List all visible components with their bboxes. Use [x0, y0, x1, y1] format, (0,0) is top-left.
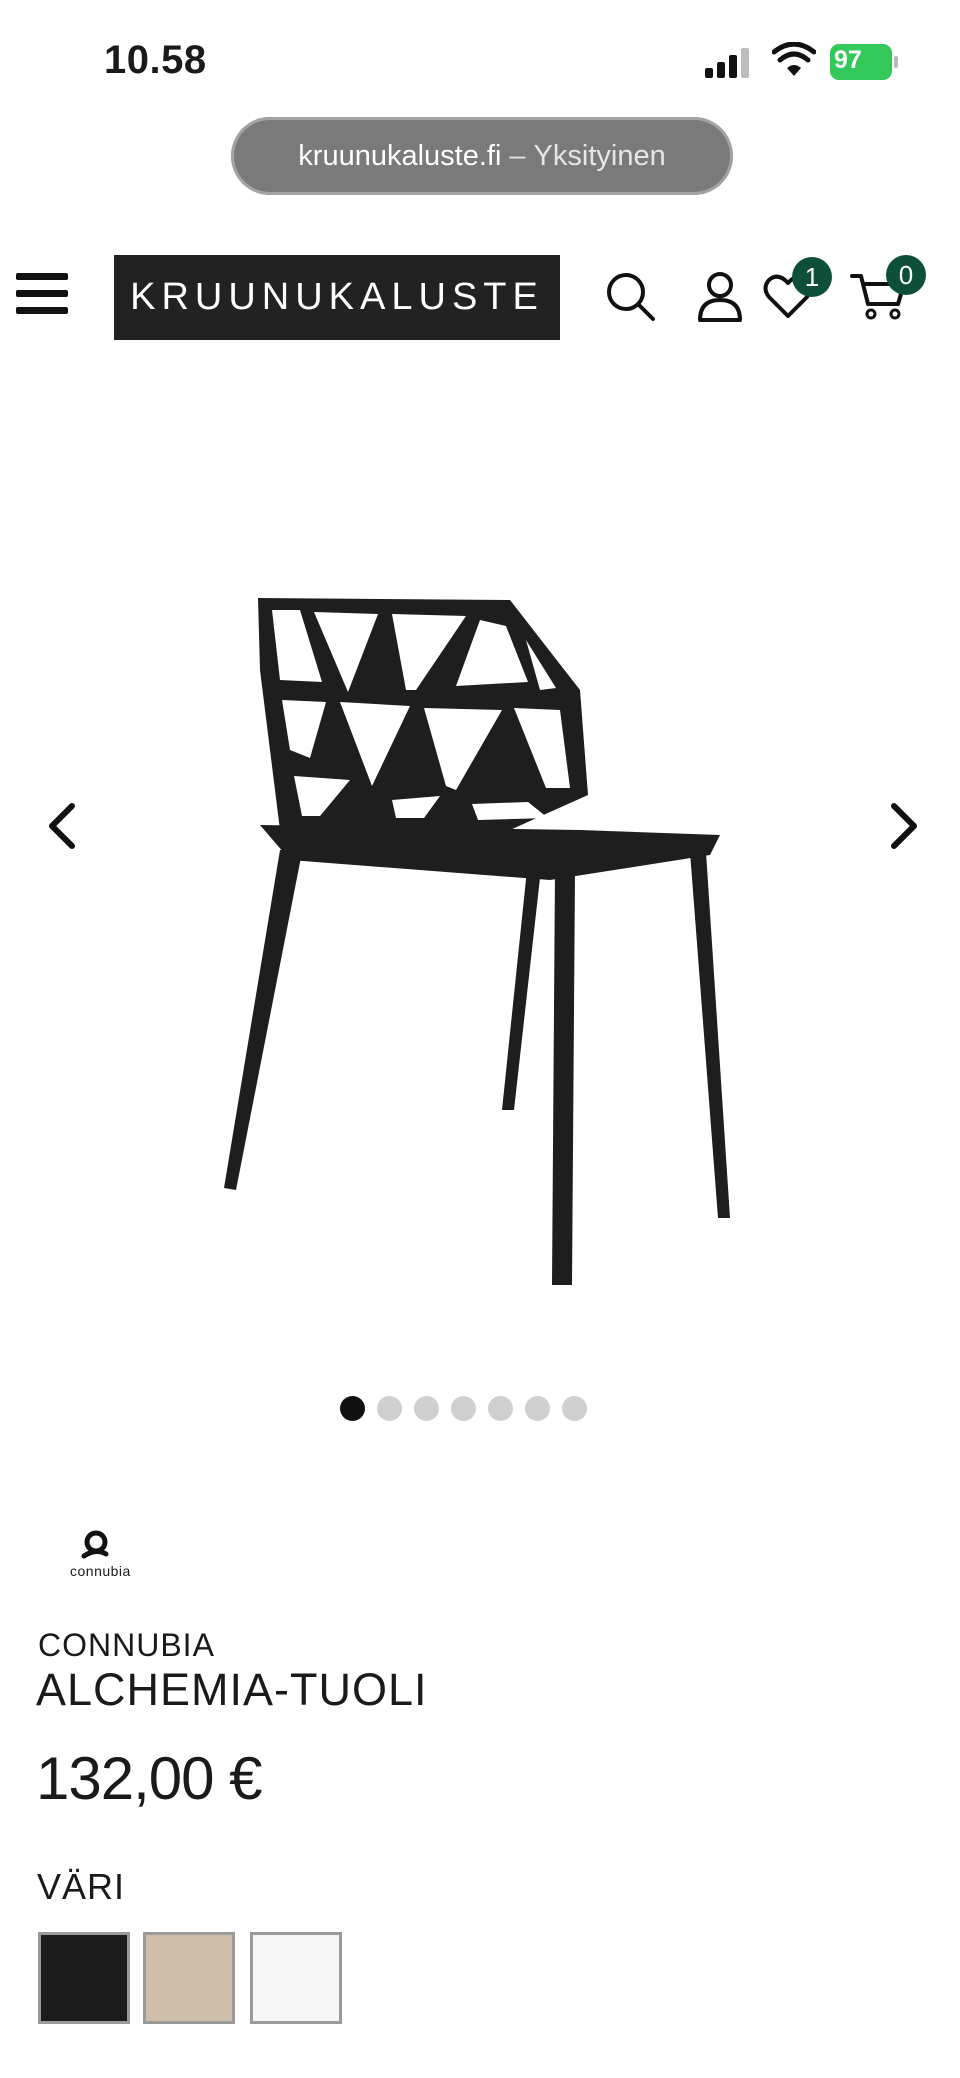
gallery-dot[interactable] — [377, 1396, 402, 1421]
gallery-dot[interactable] — [525, 1396, 550, 1421]
site-logo-text: KRUUNUKALUSTE — [130, 276, 544, 318]
color-label: VÄRI — [37, 1866, 126, 1907]
color-swatch-black[interactable] — [38, 1932, 130, 2024]
gallery-dot[interactable] — [451, 1396, 476, 1421]
product-price: 132,00 € — [36, 1745, 263, 1812]
gallery-dot[interactable] — [340, 1396, 365, 1421]
gallery-dot[interactable] — [562, 1396, 587, 1421]
private-mode-label: Yksityinen — [533, 139, 666, 172]
next-image-arrow-icon[interactable] — [884, 800, 924, 852]
previous-image-arrow-icon[interactable] — [42, 800, 82, 852]
search-icon[interactable] — [604, 270, 656, 322]
brand-logo-text: connubia — [70, 1563, 131, 1579]
menu-icon[interactable] — [16, 273, 68, 319]
battery-level: 97 — [834, 46, 862, 74]
wifi-icon — [772, 42, 816, 76]
gallery-pagination — [340, 1396, 587, 1421]
gallery-dot[interactable] — [488, 1396, 513, 1421]
cart-count-badge: 0 — [886, 255, 926, 295]
status-time: 10.58 — [104, 38, 207, 82]
product-image-chair[interactable] — [210, 590, 750, 1300]
url-separator: – — [509, 139, 526, 172]
cellular-signal-icon — [705, 48, 749, 78]
site-logo[interactable]: KRUUNUKALUSTE — [114, 255, 560, 340]
gallery-dot[interactable] — [414, 1396, 439, 1421]
color-swatch-white[interactable] — [250, 1932, 342, 2024]
color-swatch-beige[interactable] — [143, 1932, 235, 2024]
battery-icon: 97 — [830, 44, 900, 80]
product-brand[interactable]: CONNUBIA — [38, 1627, 215, 1664]
product-title: ALCHEMIA-TUOLI — [36, 1664, 428, 1715]
url-bar[interactable]: kruunukaluste.fi – Yksityinen — [231, 117, 733, 195]
wishlist-count-badge: 1 — [792, 257, 832, 297]
account-icon[interactable] — [696, 270, 744, 322]
url-domain: kruunukaluste.fi — [298, 139, 502, 172]
